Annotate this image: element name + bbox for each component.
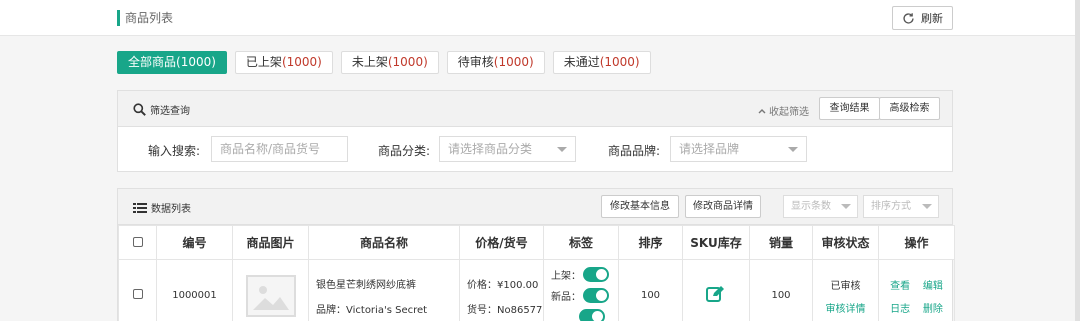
tab-off-shelf[interactable]: 未上架(1000) [340,51,439,74]
select-all-checkbox[interactable] [132,236,143,247]
edit-detail-button[interactable]: 修改商品详情 [685,195,761,218]
tab-label: 未通过 [563,55,600,69]
on-shelf-toggle[interactable] [583,267,609,282]
chevron-down-icon [557,147,567,152]
tab-label: 已上架 [245,55,282,69]
col-id: 编号 [156,225,233,260]
col-status: 审核状态 [812,225,879,260]
recommend-toggle[interactable] [579,309,605,321]
data-list-panel: 数据列表 修改基本信息 修改商品详情 显示条数 排序方式 编号 商品图片 商品名… [117,188,955,321]
refresh-button[interactable]: 刷新 [892,6,953,30]
image-icon [252,285,289,310]
table-row: 1000001 银色星芒刺绣网纱底裤 品牌：Victoria's Secret … [118,259,955,321]
status-tabs: 全部商品(1000) 已上架(1000) 未上架(1000) 待审核(1000)… [117,51,651,74]
query-results-button[interactable]: 查询结果 [819,97,880,120]
col-name: 商品名称 [308,225,460,260]
tab-rejected[interactable]: 未通过(1000) [552,51,651,74]
collapse-filter-toggle[interactable]: 收起筛选 [758,103,809,118]
col-sku: SKU库存 [682,225,750,260]
sort-select[interactable]: 排序方式 [863,195,939,218]
scrollbar[interactable] [1075,0,1080,321]
col-tags: 标签 [543,225,619,260]
brand-label: 商品品牌: [608,144,661,158]
audit-detail-link[interactable]: 审核详情 [813,300,878,315]
category-select[interactable]: 请选择商品分类 [439,136,576,162]
col-image: 商品图片 [232,225,309,260]
title-accent [117,10,120,26]
category-label: 商品分类: [378,144,431,158]
chevron-down-icon [922,204,932,209]
col-sort: 排序 [618,225,683,260]
edit-basic-info-button[interactable]: 修改基本信息 [601,195,679,218]
brand-placeholder: 请选择品牌 [679,142,740,156]
search-icon [133,103,146,116]
tab-count: (1000) [493,55,534,69]
filter-title: 筛选查询 [150,106,190,117]
tab-label: 全部商品 [128,55,177,69]
tab-count: (1000) [599,55,640,69]
view-link[interactable]: 查看 [890,281,910,292]
product-brand: 品牌：Victoria's Secret [316,304,428,316]
delete-link[interactable]: 删除 [923,304,943,315]
collapse-label: 收起筛选 [769,107,809,118]
page-title: 商品列表 [125,11,174,25]
edit-stock-icon[interactable] [706,285,726,303]
tab-all[interactable]: 全部商品(1000) [117,51,227,74]
tab-count: (1000) [281,55,322,69]
sort-placeholder: 排序方式 [871,201,911,212]
product-price: 价格：¥100.00 [467,279,539,291]
chevron-down-icon [841,204,851,209]
new-toggle[interactable] [583,288,609,303]
top-bar: 商品列表 刷新 [0,0,1075,36]
list-icon [133,202,147,213]
chevron-down-icon [788,147,798,152]
refresh-label: 刷新 [921,12,943,25]
col-actions: 操作 [878,225,955,260]
filter-row: 输入搜索: 商品名称/商品货号 商品分类: 请选择商品分类 商品品牌: 请选择品… [118,127,952,172]
refresh-icon [903,12,914,24]
category-placeholder: 请选择商品分类 [448,142,533,156]
row-id: 1000001 [156,259,233,321]
row-checkbox[interactable] [132,289,143,299]
product-sku-no: 货号：No86577 [467,304,543,316]
search-input[interactable]: 商品名称/商品货号 [211,136,348,162]
tab-count: (1000) [176,55,216,69]
col-sales: 销量 [749,225,813,260]
row-sort: 100 [618,259,683,321]
filter-panel-header: 筛选查询 收起筛选 查询结果 高级检索 [118,91,952,127]
page-size-select[interactable]: 显示条数 [783,195,858,218]
table-header-row: 编号 商品图片 商品名称 价格/货号 标签 排序 SKU库存 销量 审核状态 操… [118,225,955,260]
data-list-header: 数据列表 修改基本信息 修改商品详情 显示条数 排序方式 [118,189,952,225]
advanced-search-button[interactable]: 高级检索 [879,97,940,120]
tab-label: 未上架 [351,55,388,69]
col-price: 价格/货号 [459,225,544,260]
tag-new-label: 新品： [551,292,581,303]
filter-panel: 筛选查询 收起筛选 查询结果 高级检索 输入搜索: 商品名称/商品货号 商品分类… [117,90,953,172]
log-link[interactable]: 日志 [890,304,910,315]
page-size-placeholder: 显示条数 [791,201,831,212]
chevron-up-icon [758,108,766,113]
tab-on-shelf[interactable]: 已上架(1000) [234,51,333,74]
product-image-placeholder [245,274,296,317]
row-sales: 100 [749,259,813,321]
product-table: 编号 商品图片 商品名称 价格/货号 标签 排序 SKU库存 销量 审核状态 操… [118,225,955,321]
data-list-title: 数据列表 [151,204,191,215]
search-label: 输入搜索: [148,144,201,158]
tab-count: (1000) [387,55,428,69]
product-name: 银色星芒刺绣网纱底裤 [316,279,416,291]
tab-label: 待审核 [457,55,494,69]
audit-status: 已审核 [830,280,861,292]
tab-pending[interactable]: 待审核(1000) [446,51,545,74]
tag-on-shelf-label: 上架： [551,271,581,282]
brand-select[interactable]: 请选择品牌 [670,136,807,162]
edit-link[interactable]: 编辑 [923,281,943,292]
